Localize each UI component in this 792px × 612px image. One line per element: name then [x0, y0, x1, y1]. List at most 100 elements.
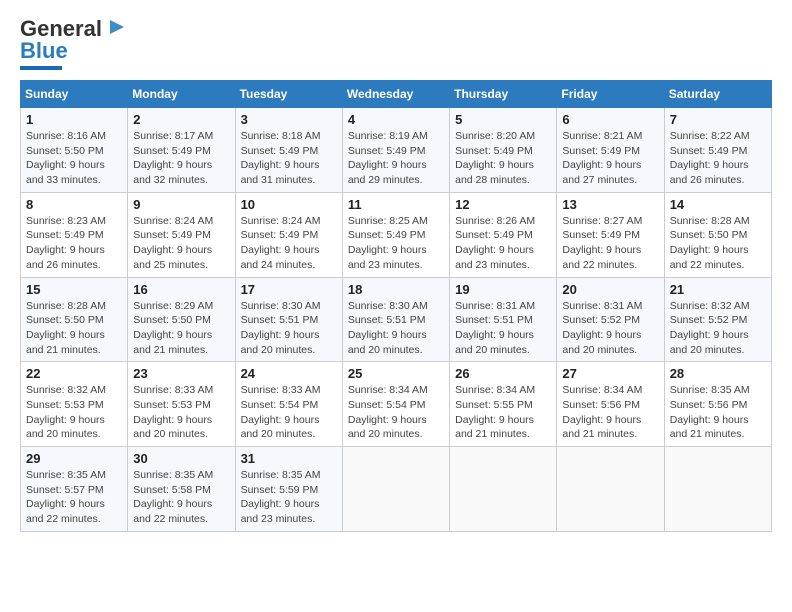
- calendar-cell: 7 Sunrise: 8:22 AMSunset: 5:49 PMDaylight…: [664, 108, 771, 193]
- calendar-cell: 19Sunrise: 8:31 AMSunset: 5:51 PMDayligh…: [450, 277, 557, 362]
- calendar-cell: 18 Sunrise: 8:30 AMSunset: 5:51 PMDayligh…: [342, 277, 449, 362]
- calendar-cell: 29Sunrise: 8:35 AMSunset: 5:57 PMDayligh…: [21, 447, 128, 532]
- calendar-day-info: Sunrise: 8:29 AMSunset: 5:50 PMDaylight:…: [133, 299, 229, 358]
- calendar-week-5: 29Sunrise: 8:35 AMSunset: 5:57 PMDayligh…: [21, 447, 772, 532]
- calendar-cell: 28 Sunrise: 8:35 AMSunset: 5:56 PMDayligh…: [664, 362, 771, 447]
- calendar-header-wednesday: Wednesday: [342, 81, 449, 108]
- calendar-day-info: Sunrise: 8:26 AMSunset: 5:49 PMDaylight:…: [455, 214, 551, 273]
- calendar-day-info: Sunrise: 8:34 AMSunset: 5:54 PMDaylight:…: [348, 383, 444, 442]
- calendar-day-number: 17: [241, 282, 337, 297]
- calendar-day-info: Sunrise: 8:24 AMSunset: 5:49 PMDaylight:…: [241, 214, 337, 273]
- calendar-cell: 31 Sunrise: 8:35 AMSunset: 5:59 PMDayligh…: [235, 447, 342, 532]
- calendar-day-number: 3: [241, 112, 337, 127]
- calendar-day-number: 31: [241, 451, 337, 466]
- calendar-day-number: 29: [26, 451, 122, 466]
- calendar-day-number: 26: [455, 366, 551, 381]
- calendar-cell: [342, 447, 449, 532]
- calendar-day-number: 5: [455, 112, 551, 127]
- calendar-day-number: 22: [26, 366, 122, 381]
- calendar-cell: 3Sunrise: 8:18 AMSunset: 5:49 PMDaylight…: [235, 108, 342, 193]
- calendar-day-number: 25: [348, 366, 444, 381]
- calendar-day-number: 9: [133, 197, 229, 212]
- calendar-day-number: 13: [562, 197, 658, 212]
- calendar-day-info: Sunrise: 8:34 AMSunset: 5:55 PMDaylight:…: [455, 383, 551, 442]
- calendar-day-info: Sunrise: 8:17 AMSunset: 5:49 PMDaylight:…: [133, 129, 229, 188]
- calendar-day-number: 20: [562, 282, 658, 297]
- calendar-cell: 1 Sunrise: 8:16 AMSunset: 5:50 PMDaylight…: [21, 108, 128, 193]
- calendar-day-number: 14: [670, 197, 766, 212]
- calendar-day-info: Sunrise: 8:16 AMSunset: 5:50 PMDaylight:…: [26, 129, 122, 188]
- calendar-day-number: 21: [670, 282, 766, 297]
- calendar-day-info: Sunrise: 8:21 AMSunset: 5:49 PMDaylight:…: [562, 129, 658, 188]
- logo-underline: [20, 66, 62, 70]
- logo-blue: Blue: [20, 38, 68, 63]
- calendar-day-info: Sunrise: 8:20 AMSunset: 5:49 PMDaylight:…: [455, 129, 551, 188]
- calendar-header-tuesday: Tuesday: [235, 81, 342, 108]
- calendar-cell: 10 Sunrise: 8:24 AMSunset: 5:49 PMDayligh…: [235, 192, 342, 277]
- calendar-cell: 5 Sunrise: 8:20 AMSunset: 5:49 PMDaylight…: [450, 108, 557, 193]
- calendar-cell: 24 Sunrise: 8:33 AMSunset: 5:54 PMDayligh…: [235, 362, 342, 447]
- calendar-cell: [664, 447, 771, 532]
- calendar-day-number: 7: [670, 112, 766, 127]
- calendar-day-info: Sunrise: 8:22 AMSunset: 5:49 PMDaylight:…: [670, 129, 766, 188]
- calendar-day-info: Sunrise: 8:32 AMSunset: 5:53 PMDaylight:…: [26, 383, 122, 442]
- calendar-day-info: Sunrise: 8:30 AMSunset: 5:51 PMDaylight:…: [348, 299, 444, 358]
- calendar-cell: 13 Sunrise: 8:27 AMSunset: 5:49 PMDayligh…: [557, 192, 664, 277]
- calendar-week-2: 8Sunrise: 8:23 AMSunset: 5:49 PMDaylight…: [21, 192, 772, 277]
- calendar-day-number: 30: [133, 451, 229, 466]
- calendar-day-number: 18: [348, 282, 444, 297]
- calendar-day-number: 28: [670, 366, 766, 381]
- calendar-cell: 8Sunrise: 8:23 AMSunset: 5:49 PMDaylight…: [21, 192, 128, 277]
- calendar-day-number: 12: [455, 197, 551, 212]
- calendar-day-info: Sunrise: 8:33 AMSunset: 5:54 PMDaylight:…: [241, 383, 337, 442]
- calendar-day-info: Sunrise: 8:35 AMSunset: 5:56 PMDaylight:…: [670, 383, 766, 442]
- calendar-day-number: 4: [348, 112, 444, 127]
- calendar-cell: 9 Sunrise: 8:24 AMSunset: 5:49 PMDaylight…: [128, 192, 235, 277]
- calendar-day-info: Sunrise: 8:33 AMSunset: 5:53 PMDaylight:…: [133, 383, 229, 442]
- calendar-day-info: Sunrise: 8:35 AMSunset: 5:59 PMDaylight:…: [241, 468, 337, 527]
- calendar-cell: 2 Sunrise: 8:17 AMSunset: 5:49 PMDaylight…: [128, 108, 235, 193]
- calendar-cell: 6 Sunrise: 8:21 AMSunset: 5:49 PMDaylight…: [557, 108, 664, 193]
- calendar-day-number: 15: [26, 282, 122, 297]
- calendar-cell: [557, 447, 664, 532]
- calendar-week-4: 22 Sunrise: 8:32 AMSunset: 5:53 PMDayligh…: [21, 362, 772, 447]
- calendar-day-info: Sunrise: 8:24 AMSunset: 5:49 PMDaylight:…: [133, 214, 229, 273]
- calendar-cell: 20 Sunrise: 8:31 AMSunset: 5:52 PMDayligh…: [557, 277, 664, 362]
- calendar-cell: 21 Sunrise: 8:32 AMSunset: 5:52 PMDayligh…: [664, 277, 771, 362]
- calendar-day-number: 6: [562, 112, 658, 127]
- calendar-cell: 22 Sunrise: 8:32 AMSunset: 5:53 PMDayligh…: [21, 362, 128, 447]
- calendar-cell: 26 Sunrise: 8:34 AMSunset: 5:55 PMDayligh…: [450, 362, 557, 447]
- calendar-header-friday: Friday: [557, 81, 664, 108]
- calendar-day-info: Sunrise: 8:35 AMSunset: 5:58 PMDaylight:…: [133, 468, 229, 527]
- calendar-cell: 15 Sunrise: 8:28 AMSunset: 5:50 PMDayligh…: [21, 277, 128, 362]
- calendar-header-row: SundayMondayTuesdayWednesdayThursdayFrid…: [21, 81, 772, 108]
- calendar-header-sunday: Sunday: [21, 81, 128, 108]
- calendar-day-number: 11: [348, 197, 444, 212]
- calendar-cell: 14 Sunrise: 8:28 AMSunset: 5:50 PMDayligh…: [664, 192, 771, 277]
- calendar-day-info: Sunrise: 8:28 AMSunset: 5:50 PMDaylight:…: [670, 214, 766, 273]
- calendar-week-1: 1 Sunrise: 8:16 AMSunset: 5:50 PMDaylight…: [21, 108, 772, 193]
- calendar-table: SundayMondayTuesdayWednesdayThursdayFrid…: [20, 80, 772, 532]
- calendar-day-info: Sunrise: 8:31 AMSunset: 5:52 PMDaylight:…: [562, 299, 658, 358]
- calendar-day-info: Sunrise: 8:32 AMSunset: 5:52 PMDaylight:…: [670, 299, 766, 358]
- calendar-day-number: 27: [562, 366, 658, 381]
- calendar-cell: 30 Sunrise: 8:35 AMSunset: 5:58 PMDayligh…: [128, 447, 235, 532]
- calendar-day-number: 2: [133, 112, 229, 127]
- calendar-day-info: Sunrise: 8:30 AMSunset: 5:51 PMDaylight:…: [241, 299, 337, 358]
- calendar-day-number: 24: [241, 366, 337, 381]
- calendar-cell: 4 Sunrise: 8:19 AMSunset: 5:49 PMDaylight…: [342, 108, 449, 193]
- calendar-day-info: Sunrise: 8:25 AMSunset: 5:49 PMDaylight:…: [348, 214, 444, 273]
- calendar-day-number: 16: [133, 282, 229, 297]
- calendar-day-number: 10: [241, 197, 337, 212]
- calendar-cell: 27Sunrise: 8:34 AMSunset: 5:56 PMDayligh…: [557, 362, 664, 447]
- logo-arrow-icon: [104, 16, 126, 38]
- calendar-day-info: Sunrise: 8:23 AMSunset: 5:49 PMDaylight:…: [26, 214, 122, 273]
- calendar-header-thursday: Thursday: [450, 81, 557, 108]
- calendar-day-info: Sunrise: 8:19 AMSunset: 5:49 PMDaylight:…: [348, 129, 444, 188]
- calendar-header-monday: Monday: [128, 81, 235, 108]
- calendar-day-info: Sunrise: 8:31 AMSunset: 5:51 PMDaylight:…: [455, 299, 551, 358]
- calendar-day-info: Sunrise: 8:27 AMSunset: 5:49 PMDaylight:…: [562, 214, 658, 273]
- calendar-day-info: Sunrise: 8:28 AMSunset: 5:50 PMDaylight:…: [26, 299, 122, 358]
- calendar-cell: 11 Sunrise: 8:25 AMSunset: 5:49 PMDayligh…: [342, 192, 449, 277]
- calendar-day-number: 1: [26, 112, 122, 127]
